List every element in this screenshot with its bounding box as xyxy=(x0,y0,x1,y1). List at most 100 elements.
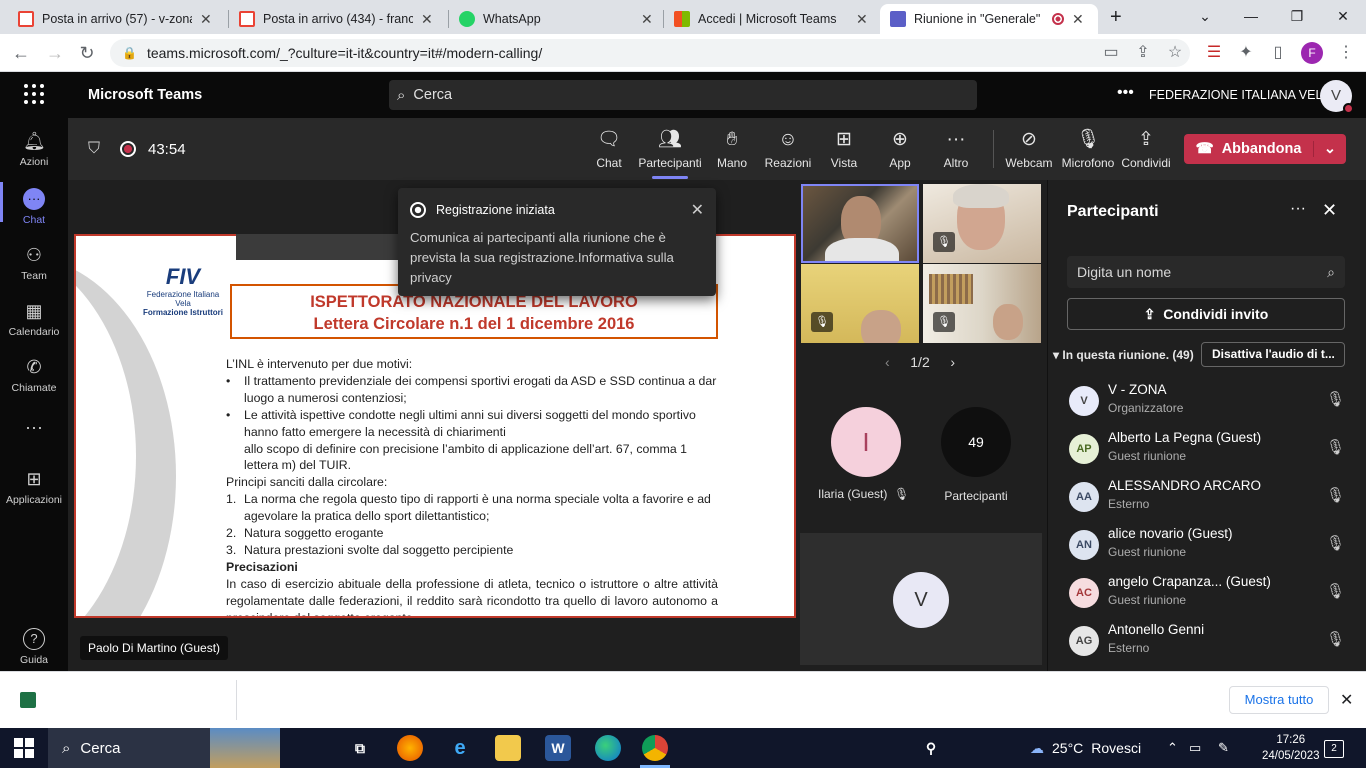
more-options-icon[interactable]: ··· xyxy=(1290,200,1306,218)
participant-row[interactable]: AA ALESSANDRO ARCARO Esterno 🎙︎ xyxy=(1067,478,1357,522)
chevron-up-icon[interactable]: ⌃ xyxy=(213,692,224,708)
close-icon[interactable]: ✕ xyxy=(1340,690,1353,710)
rail-label: Guida xyxy=(19,654,49,666)
chrome-icon[interactable] xyxy=(642,735,668,761)
word-icon[interactable]: W xyxy=(545,735,571,761)
toast-message[interactable]: Comunica ai partecipanti alla riunione c… xyxy=(410,228,704,288)
new-tab-icon[interactable]: + xyxy=(1110,6,1122,29)
rail-item-more[interactable]: ··· xyxy=(0,416,68,442)
url-field[interactable]: 🔒 teams.microsoft.com/_?culture=it-it&co… xyxy=(110,39,1190,67)
extension-icon[interactable]: ☰ xyxy=(1204,43,1224,63)
notification-center-icon[interactable]: 2 xyxy=(1324,738,1344,758)
share-button[interactable]: ⇪ Condividi xyxy=(1114,128,1178,170)
chevron-up-icon[interactable]: ⌃ xyxy=(1167,740,1178,756)
participant-search-input[interactable]: Digita un nome ⌕ xyxy=(1067,256,1345,288)
share-icon[interactable]: ⇪ xyxy=(1133,43,1153,63)
apps-button[interactable]: ⊕ App xyxy=(868,128,932,170)
forward-icon[interactable]: → xyxy=(44,42,66,64)
close-tab-icon[interactable]: ✕ xyxy=(421,11,433,28)
profile-avatar[interactable]: F xyxy=(1301,42,1323,64)
download-item[interactable]: meetingAttendanc....csv ⌃ xyxy=(20,692,224,708)
video-tile[interactable]: 🎙︎ xyxy=(801,264,919,343)
org-name[interactable]: FEDERAZIONE ITALIANA VELA xyxy=(1149,88,1331,102)
raise-hand-button[interactable]: ✋︎ Mano xyxy=(700,128,764,170)
chevron-right-icon[interactable]: › xyxy=(950,354,955,370)
battery-icon[interactable]: ▭ xyxy=(1189,740,1201,756)
share-invite-button[interactable]: ⇪ Condividi invito xyxy=(1067,298,1345,330)
close-tab-icon[interactable]: ✕ xyxy=(641,11,653,28)
view-button[interactable]: ⊞ Vista xyxy=(812,128,876,170)
video-tile[interactable]: 🎙︎ xyxy=(923,264,1041,343)
close-tab-icon[interactable]: ✕ xyxy=(200,11,212,28)
tab-search-icon[interactable]: ⌄ xyxy=(1182,0,1228,34)
reactions-button[interactable]: ☺ Reazioni xyxy=(756,128,820,170)
rail-item-calendar[interactable]: ▦ Calendario xyxy=(0,300,68,338)
browser-menu-icon[interactable]: ⋮ xyxy=(1336,43,1356,63)
file-explorer-icon[interactable] xyxy=(495,735,521,761)
rail-item-activity[interactable]: 🔔︎ Azioni xyxy=(0,130,68,168)
bookmark-star-icon[interactable]: ☆ xyxy=(1165,43,1185,63)
browser-tab-active[interactable]: Riunione in "Generale" ( ✕ xyxy=(880,4,1098,34)
button-label: Altro xyxy=(943,156,969,170)
participant-row[interactable]: AP Alberto La Pegna (Guest) Guest riunio… xyxy=(1067,430,1357,474)
in-meeting-section-toggle[interactable]: ▾ In questa riunione. (49) xyxy=(1053,348,1194,362)
browser-tab[interactable]: WhatsApp ✕ xyxy=(449,4,663,34)
video-tile[interactable] xyxy=(801,184,919,263)
close-icon[interactable]: ✕ xyxy=(691,200,704,220)
browser-tab[interactable]: Accedi | Microsoft Teams ✕ xyxy=(664,4,880,34)
rail-item-chat[interactable]: ··· Chat xyxy=(0,182,68,226)
participants-count-badge[interactable]: 49 xyxy=(941,407,1011,477)
rail-item-team[interactable]: ⚇ Team xyxy=(0,244,68,282)
system-clock[interactable]: 17:26 24/05/2023 xyxy=(1262,732,1320,764)
participant-row[interactable]: V V - ZONA Organizzatore 🎙︎ xyxy=(1067,382,1357,426)
close-window-icon[interactable]: ✕ xyxy=(1320,0,1366,34)
settings-more-icon[interactable]: ••• xyxy=(1117,84,1134,102)
divider xyxy=(236,680,237,720)
participant-row[interactable]: AC angelo Crapanza... (Guest) Guest riun… xyxy=(1067,574,1357,618)
ie-icon[interactable]: e xyxy=(447,735,473,761)
chevron-down-icon[interactable]: ⌄ xyxy=(1314,141,1346,157)
task-view-icon[interactable]: ⧉ xyxy=(347,735,373,761)
browser-tab[interactable]: Posta in arrivo (57) - v-zona@ ✕ xyxy=(8,4,228,34)
rail-item-help[interactable]: ? Guida xyxy=(0,628,68,666)
minimize-icon[interactable]: — xyxy=(1228,0,1274,34)
close-tab-icon[interactable]: ✕ xyxy=(856,11,868,28)
taskbar-search[interactable]: ⌕ Cerca xyxy=(48,728,280,768)
back-icon[interactable]: ← xyxy=(10,42,32,64)
webcam-button[interactable]: ⊘ Webcam xyxy=(997,128,1061,170)
shield-icon[interactable]: ⛉ xyxy=(88,140,100,158)
close-tab-icon[interactable]: ✕ xyxy=(1072,11,1084,28)
chevron-left-icon[interactable]: ‹ xyxy=(885,354,890,370)
leave-button[interactable]: ☎ Abbandona ⌄ xyxy=(1184,134,1346,164)
people-icon[interactable]: ⚲ xyxy=(918,735,944,761)
mute-all-button[interactable]: Disattiva l'audio di t... xyxy=(1201,342,1345,367)
user-avatar[interactable]: V xyxy=(1320,80,1354,114)
video-tile[interactable]: 🎙︎ xyxy=(923,184,1041,263)
chat-button[interactable]: 🗨︎ Chat xyxy=(577,128,641,170)
firefox-icon[interactable] xyxy=(397,735,423,761)
show-all-downloads-button[interactable]: Mostra tutto xyxy=(1229,686,1329,714)
app-launcher-icon[interactable] xyxy=(24,84,44,104)
reload-icon[interactable]: ↻ xyxy=(76,42,98,64)
more-button[interactable]: ··· Altro xyxy=(924,128,988,170)
rail-item-apps[interactable]: ⊞ Applicazioni xyxy=(0,468,68,506)
restore-icon[interactable]: ❐ xyxy=(1274,0,1320,34)
teams-search-input[interactable]: ⌕ Cerca xyxy=(389,80,977,110)
microphone-button[interactable]: 🎙︎ Microfono xyxy=(1056,128,1120,170)
pen-icon[interactable]: ✎ xyxy=(1218,740,1229,756)
browser-tab[interactable]: Posta in arrivo (434) - francel ✕ xyxy=(229,4,449,34)
windows-start-icon[interactable] xyxy=(14,738,34,758)
camera-icon[interactable]: ▭ xyxy=(1101,43,1121,63)
extensions-puzzle-icon[interactable]: ✦ xyxy=(1236,43,1256,63)
guest-avatar[interactable]: I xyxy=(831,407,901,477)
participants-button[interactable]: 👥︎ Partecipanti xyxy=(638,128,702,179)
close-icon[interactable]: ✕ xyxy=(1322,200,1337,221)
weather-widget[interactable]: ☁ 25°C Rovesci xyxy=(1030,740,1141,757)
participant-role: Guest riunione xyxy=(1108,449,1187,463)
rail-item-calls[interactable]: ✆ Chiamate xyxy=(0,356,68,394)
participant-row[interactable]: AG Antonello Genni Esterno 🎙︎ xyxy=(1067,622,1357,666)
participant-row[interactable]: AN alice novario (Guest) Guest riunione … xyxy=(1067,526,1357,570)
side-panel-icon[interactable]: ▯ xyxy=(1268,43,1288,63)
phone-icon: ✆ xyxy=(26,357,42,377)
edge-icon[interactable] xyxy=(595,735,621,761)
